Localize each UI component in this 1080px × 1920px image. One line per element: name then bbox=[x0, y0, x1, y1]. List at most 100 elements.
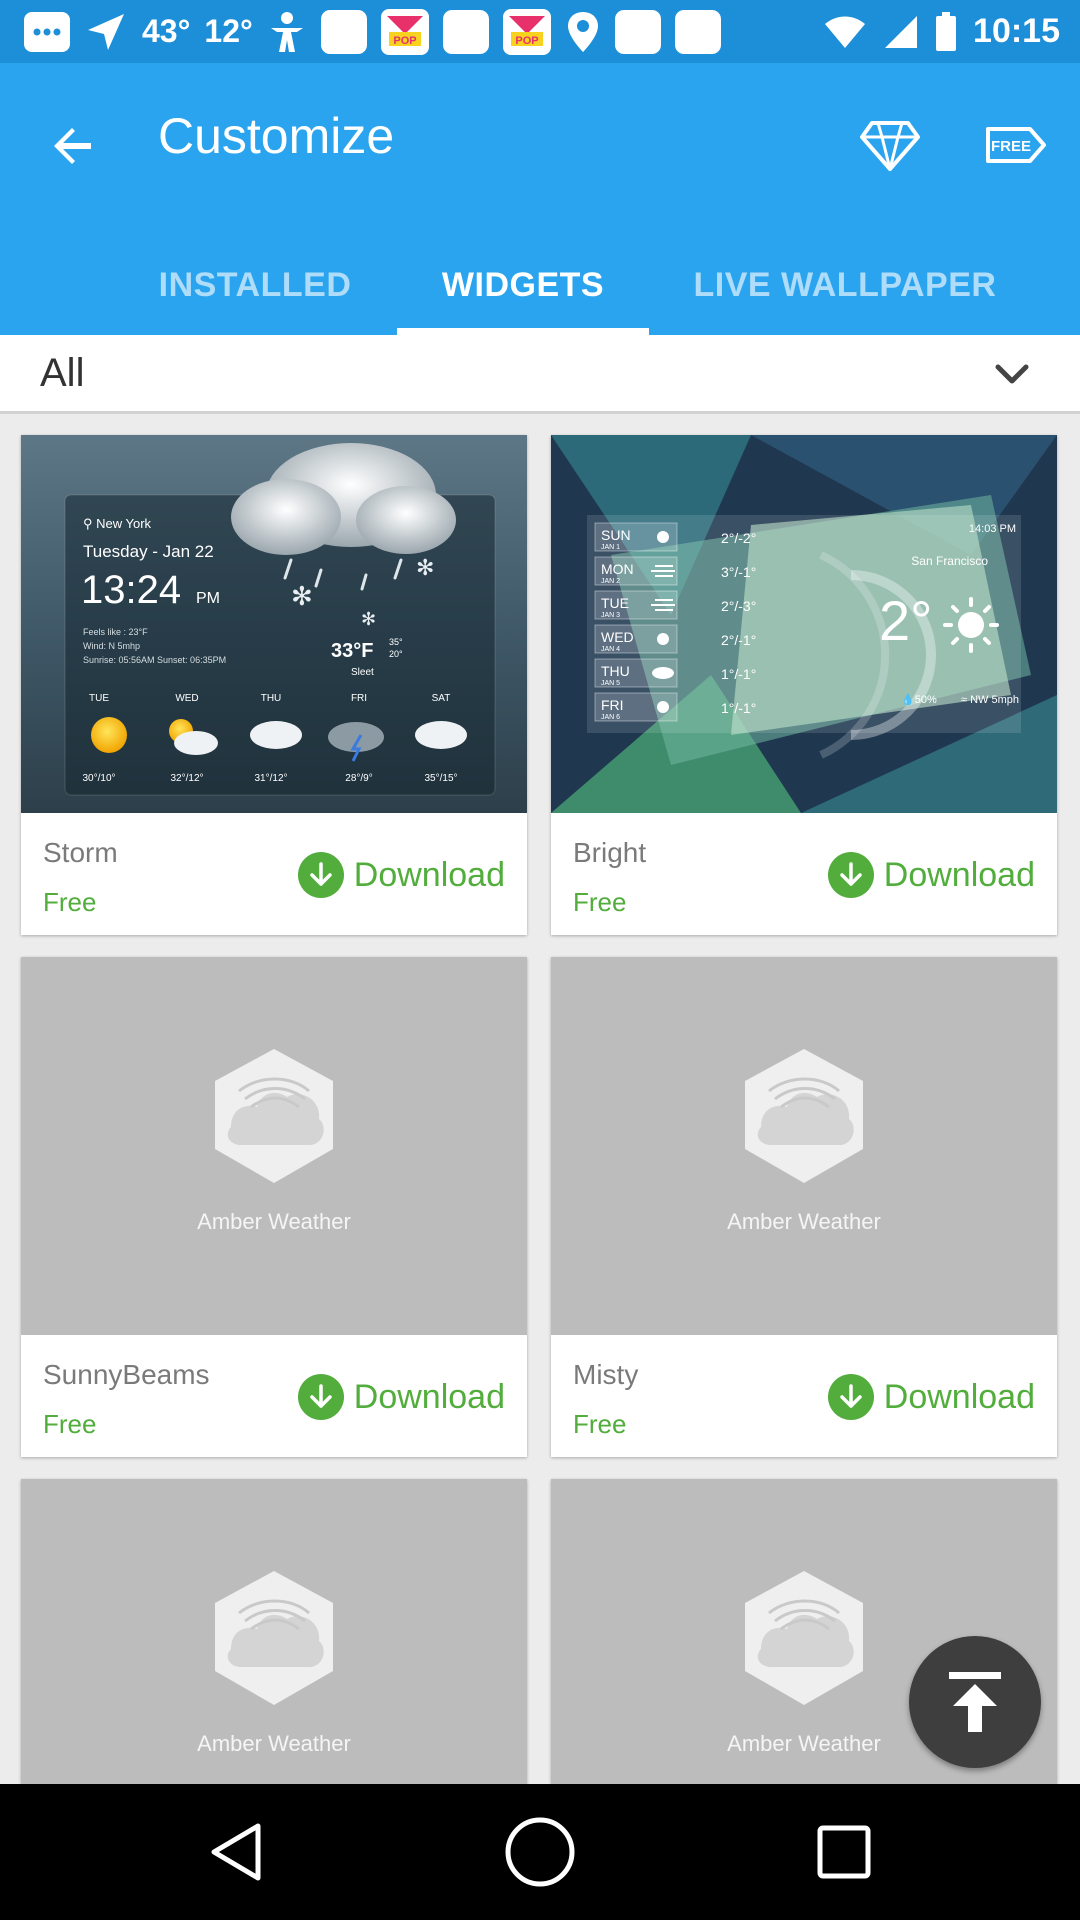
svg-text:JAN 6: JAN 6 bbox=[601, 714, 620, 721]
nav-back-icon bbox=[211, 1823, 261, 1881]
svg-text:San Francisco: San Francisco bbox=[911, 554, 988, 568]
tab-live-wallpaper[interactable]: LIVE WALLPAPER bbox=[680, 235, 1010, 335]
svg-text:30°/10°: 30°/10° bbox=[82, 773, 115, 784]
widget-preview-placeholder: Amber Weather bbox=[551, 957, 1057, 1335]
widget-info: Misty Free Download bbox=[551, 1335, 1057, 1457]
widget-card[interactable]: Amber Weather bbox=[21, 1479, 527, 1784]
premium-button[interactable] bbox=[858, 113, 922, 177]
svg-text:POP: POP bbox=[515, 35, 538, 47]
svg-text:FREE: FREE bbox=[991, 138, 1031, 155]
widget-card-sunnybeams[interactable]: Amber Weather SunnyBeams Free Download bbox=[21, 957, 527, 1457]
download-icon bbox=[827, 852, 874, 898]
svg-text:POP: POP bbox=[393, 35, 416, 47]
svg-text:JAN 2: JAN 2 bbox=[601, 578, 620, 585]
widget-card-bright[interactable]: 14:03 PM San Francisco 2° 💧50% ≈ NW 5mph… bbox=[551, 435, 1057, 935]
widget-preview-placeholder: Amber Weather bbox=[21, 957, 527, 1335]
svg-text:2°/-2°: 2°/-2° bbox=[721, 530, 756, 546]
download-icon bbox=[297, 852, 344, 898]
nav-recents-button[interactable] bbox=[806, 1814, 882, 1890]
svg-text:FRI: FRI bbox=[601, 697, 624, 713]
download-button[interactable]: Download bbox=[297, 1373, 505, 1421]
placeholder-caption: Amber Weather bbox=[727, 1731, 881, 1756]
placeholder-caption: Amber Weather bbox=[197, 1209, 351, 1234]
back-button[interactable] bbox=[38, 111, 108, 181]
amber-weather-logo-icon bbox=[215, 1049, 333, 1183]
scroll-to-top-button[interactable] bbox=[909, 1636, 1041, 1768]
svg-text:TUE: TUE bbox=[601, 595, 629, 611]
amber-weather-logo-icon bbox=[745, 1571, 863, 1705]
svg-text:Wind: N 5mhp: Wind: N 5mhp bbox=[83, 641, 140, 651]
svg-text:2°: 2° bbox=[879, 589, 933, 652]
svg-text:28°/9°: 28°/9° bbox=[345, 773, 372, 784]
svg-text:JAN 4: JAN 4 bbox=[601, 646, 620, 653]
svg-text:MON: MON bbox=[601, 561, 634, 577]
location-arrow-icon bbox=[88, 13, 124, 50]
pop-app-icon: POP bbox=[380, 8, 429, 55]
svg-text:PM: PM bbox=[196, 590, 220, 607]
svg-text:2°/-1°: 2°/-1° bbox=[721, 632, 756, 648]
nav-home-button[interactable] bbox=[502, 1814, 578, 1890]
widget-info: Storm Free Download bbox=[21, 813, 527, 935]
placeholder-caption: Amber Weather bbox=[197, 1731, 351, 1756]
svg-text:JAN 1: JAN 1 bbox=[601, 544, 620, 551]
free-button[interactable]: FREE bbox=[984, 117, 1048, 173]
svg-text:Tuesday - Jan 22: Tuesday - Jan 22 bbox=[83, 542, 214, 561]
svg-text:💧50%: 💧50% bbox=[901, 693, 937, 706]
svg-text:35°: 35° bbox=[389, 637, 403, 647]
widget-name: Storm bbox=[43, 837, 118, 868]
nav-back-button[interactable] bbox=[198, 1814, 274, 1890]
svg-text:THU: THU bbox=[601, 663, 630, 679]
svg-text:13:24: 13:24 bbox=[81, 568, 181, 612]
category-filter-dropdown[interactable]: All bbox=[0, 335, 1080, 414]
svg-text:JAN 3: JAN 3 bbox=[601, 612, 620, 619]
system-navigation-bar bbox=[0, 1784, 1080, 1920]
widget-price: Free bbox=[573, 887, 627, 917]
nav-home-icon bbox=[505, 1817, 575, 1887]
svg-text:1°/-1°: 1°/-1° bbox=[721, 700, 756, 716]
tab-widgets[interactable]: WIDGETS bbox=[397, 235, 649, 335]
svg-text:JAN 5: JAN 5 bbox=[601, 680, 620, 687]
download-label: Download bbox=[353, 1377, 505, 1416]
app-bar: Customize FREE INSTALLED WIDGETS LIVE WA… bbox=[0, 63, 1080, 335]
svg-text:TUE: TUE bbox=[89, 693, 109, 704]
svg-text:35°/15°: 35°/15° bbox=[424, 773, 457, 784]
widget-price: Free bbox=[43, 1409, 97, 1439]
status-bar: 43° 12° POP POP 10:15 bbox=[0, 0, 1080, 63]
svg-text:33°F: 33°F bbox=[331, 640, 373, 662]
tab-installed[interactable]: INSTALLED bbox=[140, 235, 370, 335]
filter-selected-value: All bbox=[40, 351, 85, 395]
amber-weather-logo-icon bbox=[215, 1571, 333, 1705]
download-button[interactable]: Download bbox=[827, 1373, 1035, 1421]
widget-name: Misty bbox=[573, 1359, 639, 1390]
download-button[interactable]: Download bbox=[827, 851, 1035, 899]
pop-app-icon: POP bbox=[502, 8, 551, 55]
chevron-down-icon bbox=[995, 364, 1029, 384]
app-icon-square bbox=[614, 9, 661, 54]
widget-card-misty[interactable]: Amber Weather Misty Free Download bbox=[551, 957, 1057, 1457]
svg-text:2°/-3°: 2°/-3° bbox=[721, 598, 756, 614]
wifi-icon bbox=[825, 16, 866, 48]
svg-text:32°/12°: 32°/12° bbox=[170, 773, 203, 784]
temperature-1: 43° bbox=[142, 13, 191, 49]
svg-text:3°/-1°: 3°/-1° bbox=[721, 564, 756, 580]
svg-text:Sleet: Sleet bbox=[351, 667, 374, 678]
widget-preview-placeholder: Amber Weather bbox=[21, 1479, 527, 1784]
svg-text:31°/12°: 31°/12° bbox=[254, 773, 287, 784]
svg-text:SAT: SAT bbox=[432, 693, 451, 704]
svg-text:WED: WED bbox=[601, 629, 634, 645]
svg-text:✻: ✻ bbox=[291, 581, 313, 611]
download-label: Download bbox=[883, 1377, 1035, 1416]
placeholder-caption: Amber Weather bbox=[727, 1209, 881, 1234]
map-pin-icon bbox=[567, 11, 598, 52]
svg-text:⚲ New York: ⚲ New York bbox=[83, 516, 152, 531]
widget-info: Bright Free Download bbox=[551, 813, 1057, 935]
svg-text:Feels like : 23°F: Feels like : 23°F bbox=[83, 627, 148, 637]
nav-recents-icon bbox=[817, 1825, 871, 1879]
download-button[interactable]: Download bbox=[297, 851, 505, 899]
active-tab-indicator bbox=[397, 328, 649, 335]
app-icon-square bbox=[320, 9, 367, 54]
download-icon bbox=[297, 1374, 344, 1420]
widget-card-storm[interactable]: ✻ ✻ ✻ ⚲ New York Tuesday - Jan 22 13:24 … bbox=[21, 435, 527, 935]
battery-icon bbox=[936, 11, 957, 51]
svg-text:SUN: SUN bbox=[601, 527, 631, 543]
